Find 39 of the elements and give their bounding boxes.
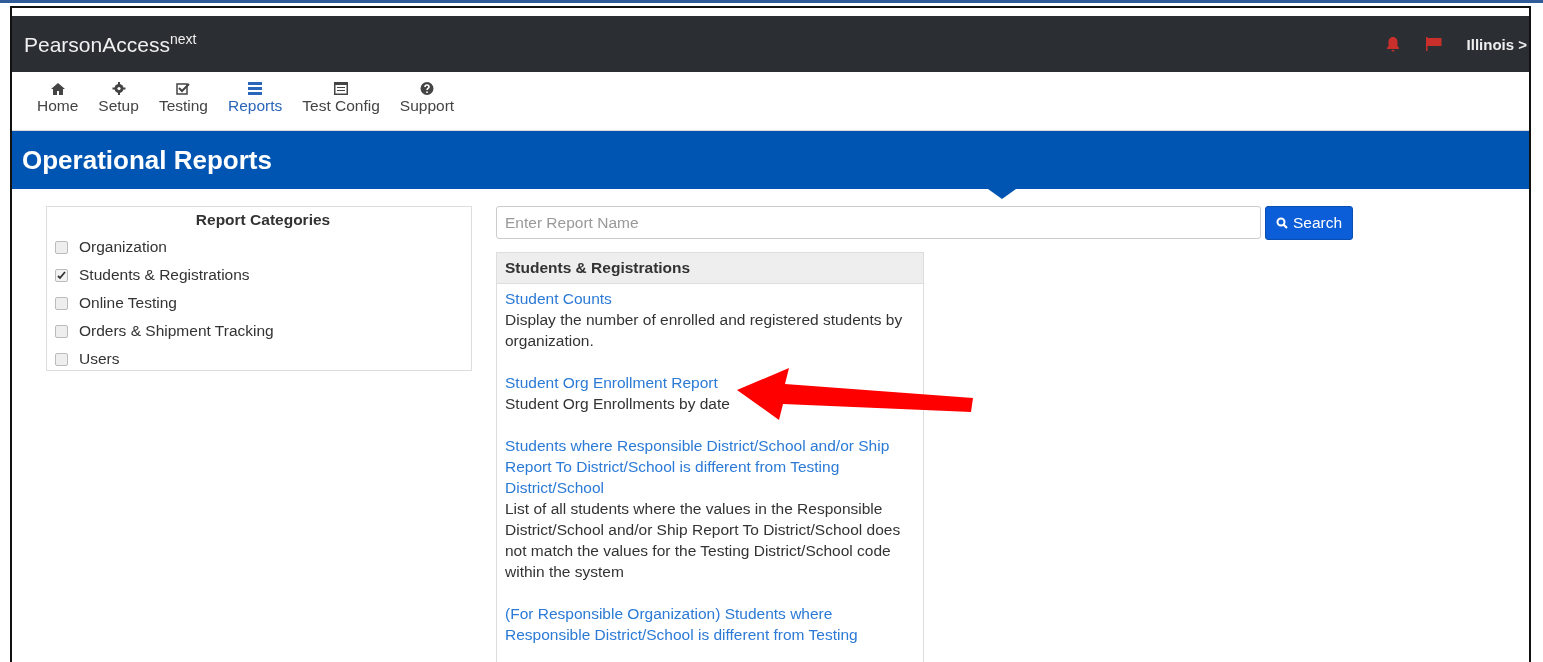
- search-button[interactable]: Search: [1265, 206, 1354, 240]
- nav-tab[interactable]: Testing: [153, 78, 213, 126]
- nav-tab[interactable]: Test Config: [297, 78, 385, 126]
- report-link[interactable]: Students where Responsible District/School and/or Ship Report To District/School is different from Testing District/School: [505, 435, 915, 498]
- category-option[interactable]: Students & Registrations: [55, 261, 471, 289]
- help-icon: [419, 82, 434, 95]
- bell-icon[interactable]: [1384, 36, 1401, 52]
- checkbox-icon: [176, 82, 191, 95]
- nav-tab[interactable]: Home: [32, 78, 84, 126]
- report-link[interactable]: (For Responsible Organization) Students where Responsible District/School is different from Testing: [505, 603, 915, 645]
- search-field[interactable]: Enter Report Name: [496, 206, 1261, 239]
- page-title: Operational Reports: [22, 144, 272, 176]
- checkbox[interactable]: [55, 240, 68, 254]
- gear-icon: [111, 82, 126, 95]
- nav-tab[interactable]: Support: [394, 78, 460, 126]
- category-option[interactable]: Users: [55, 345, 471, 373]
- nav-tab[interactable]: Setup: [93, 78, 144, 126]
- brand-logo[interactable]: PearsonAccess$^{next}$: [24, 31, 197, 57]
- panel-header: Students & Registrations: [497, 253, 923, 284]
- report-description: Student Org Enrollments by date: [505, 394, 731, 414]
- nav-tab[interactable]: Reports: [223, 78, 288, 126]
- report-description: Display the number of enrolled and registered students by organization.: [505, 310, 904, 351]
- table-icon: [334, 82, 349, 95]
- report-link[interactable]: Student Org Enrollment Report: [505, 372, 915, 393]
- checkbox[interactable]: [55, 268, 68, 282]
- search-icon: [1276, 217, 1288, 229]
- checkbox[interactable]: [55, 352, 68, 366]
- report-description: List of all students where the values in the Responsible District/School and/or Ship Report To District/School does not match the values for the Testing District/School code within the system: [505, 499, 902, 582]
- report-link[interactable]: Student Counts: [505, 288, 915, 309]
- flag-icon[interactable]: [1424, 37, 1443, 51]
- home-icon: [50, 82, 65, 95]
- checkbox[interactable]: [55, 324, 68, 338]
- panel-title: Report Categories: [194, 211, 332, 229]
- category-option[interactable]: Orders & Shipment Tracking: [55, 317, 471, 345]
- checkbox[interactable]: [55, 296, 68, 310]
- category-option[interactable]: Organization: [55, 233, 471, 261]
- category-option[interactable]: Online Testing: [55, 289, 471, 317]
- list-icon: [248, 82, 263, 95]
- state-menu[interactable]: Illinois >: [1466, 35, 1529, 53]
